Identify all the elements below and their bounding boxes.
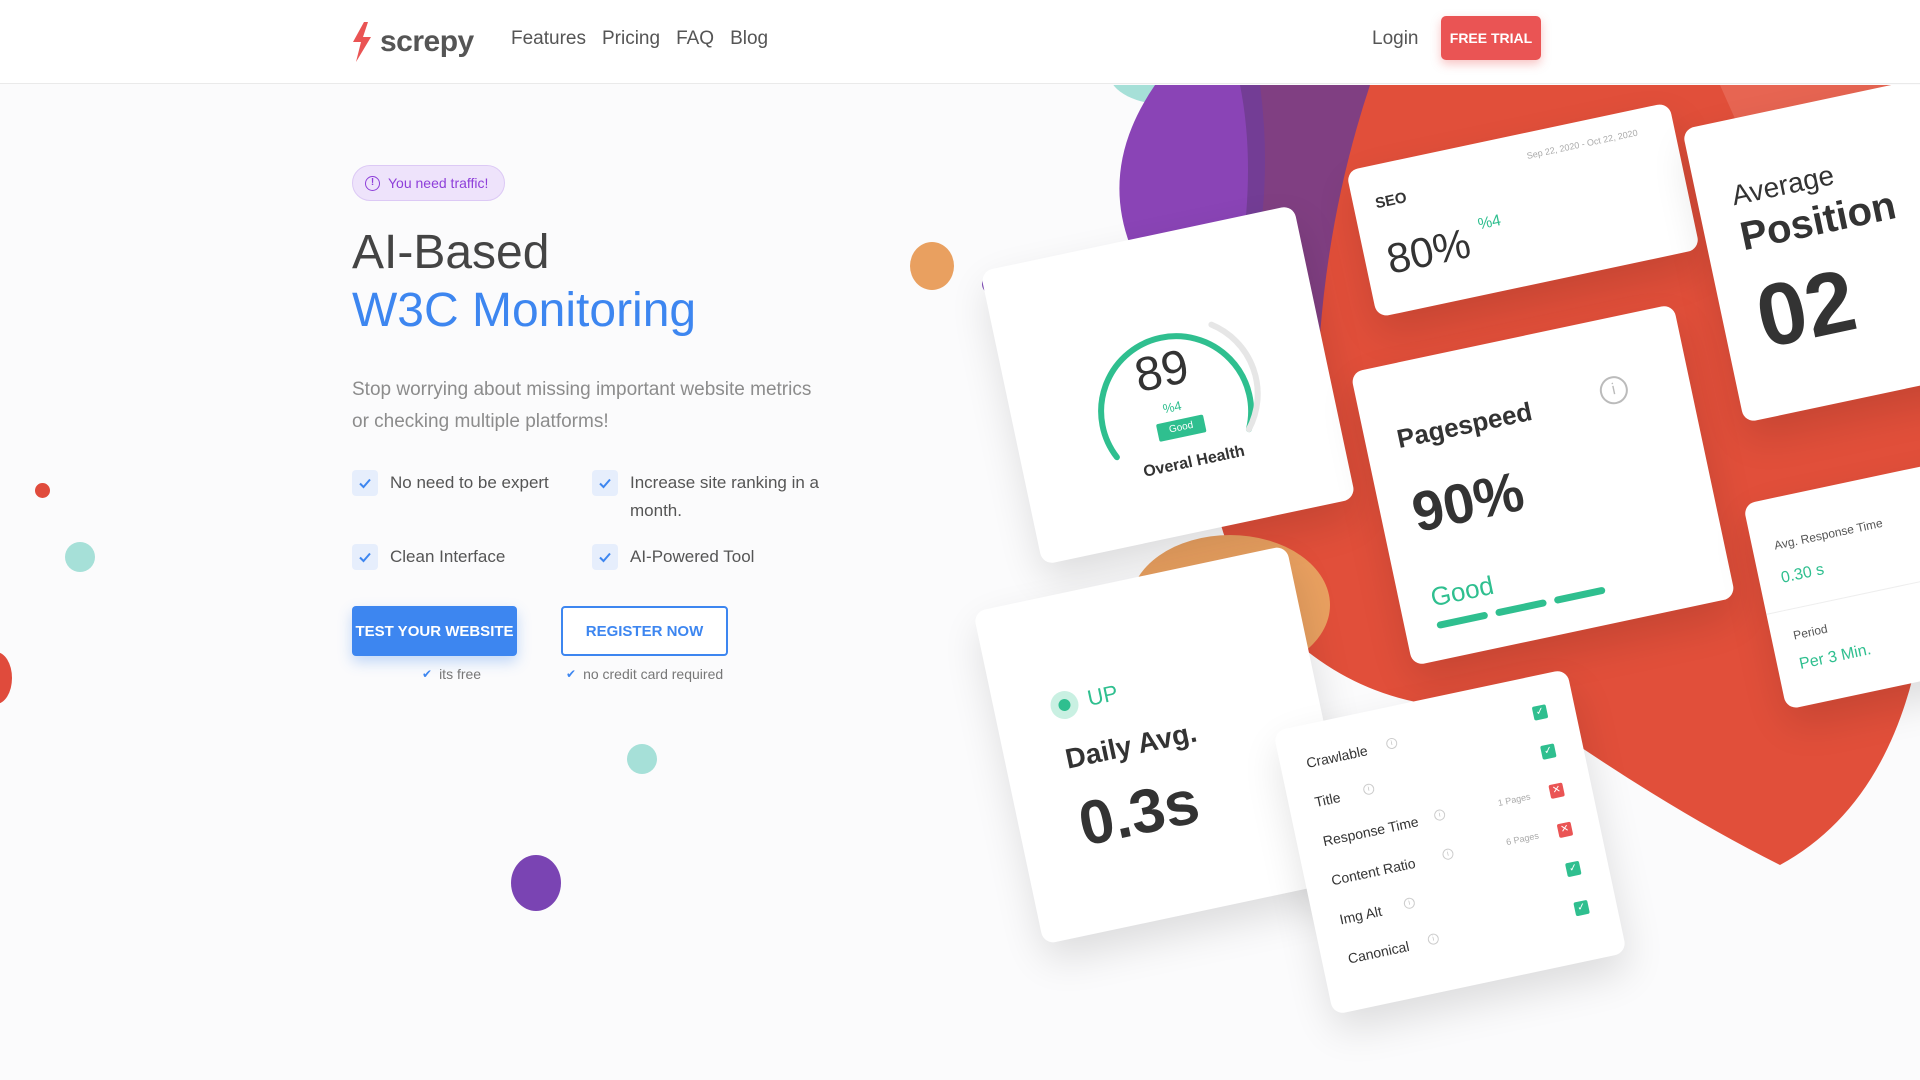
- period-label: Period: [1791, 621, 1829, 643]
- check-label: Img Alt: [1338, 902, 1384, 928]
- bolt-logo-icon: [353, 22, 371, 62]
- decor-dot: [65, 542, 95, 572]
- seo-label: SEO: [1373, 189, 1409, 213]
- check-fail-icon: ✕: [1548, 782, 1565, 800]
- info-icon: i: [1426, 932, 1440, 946]
- test-website-button[interactable]: TEST YOUR WEBSITE: [352, 606, 517, 656]
- check-icon: [352, 470, 378, 496]
- pagespeed-label: Pagespeed: [1394, 396, 1535, 454]
- main-nav: Features Pricing FAQ Blog: [511, 28, 768, 50]
- uptime-status: UP: [1085, 679, 1121, 711]
- free-note: ✔ its free: [422, 666, 481, 682]
- check-note: 6 Pages: [1505, 830, 1540, 848]
- check-label: Title: [1313, 789, 1342, 811]
- pagespeed-status: Good: [1427, 569, 1497, 613]
- health-score: 89: [1130, 340, 1194, 403]
- register-now-button[interactable]: REGISTER NOW: [561, 606, 728, 656]
- dashboard-illustration: 89 %4 Good Overal Health SEO Sep 22, 202…: [900, 85, 1920, 1080]
- check-label: Content Ratio: [1329, 854, 1417, 889]
- info-icon: i: [1433, 808, 1447, 822]
- nav-item-features[interactable]: Features: [511, 28, 586, 50]
- check-label: Crawlable: [1304, 742, 1370, 771]
- response-value: 0.30 s: [1779, 561, 1826, 587]
- decor-dot: [35, 483, 50, 498]
- pagespeed-value: 90%: [1406, 459, 1530, 544]
- nav-item-pricing[interactable]: Pricing: [602, 28, 660, 50]
- login-link[interactable]: Login: [1372, 28, 1419, 50]
- check-label: Canonical: [1346, 937, 1411, 967]
- brand-name: screpy: [380, 25, 474, 58]
- seo-change: %4: [1476, 212, 1503, 234]
- check-icon: [592, 470, 618, 496]
- check-note: 1 Pages: [1496, 791, 1532, 809]
- decor-dot: [511, 855, 561, 911]
- decor-dot: [0, 652, 12, 704]
- hero-title-line2: W3C Monitoring: [352, 284, 697, 337]
- feature-item: Clean Interface: [352, 544, 572, 571]
- check-pass-icon: ✓: [1564, 860, 1582, 878]
- feature-item: Increase site ranking in a month.: [592, 470, 832, 525]
- nav-item-faq[interactable]: FAQ: [676, 28, 714, 50]
- hero-subtitle: Stop worrying about missing important we…: [352, 379, 812, 432]
- seo-dates: Sep 22, 2020 - Oct 22, 2020: [1525, 127, 1639, 161]
- traffic-badge: ! You need traffic!: [352, 165, 506, 201]
- info-icon: i: [1402, 896, 1416, 910]
- uptime-label: Daily Avg.: [1062, 716, 1200, 775]
- feature-text: AI-Powered Tool: [630, 547, 755, 566]
- seo-checklist-card: Crawlable i ✓ Title i ✓ Response Time i 1 Pages ✕…: [1273, 668, 1627, 1016]
- hero-title-line1: AI-Based: [352, 226, 550, 279]
- feature-text: Increase site ranking in a month.: [630, 473, 819, 520]
- feature-item: AI-Powered Tool: [592, 544, 832, 571]
- feature-text: No need to be expert: [390, 473, 549, 492]
- check-pass-icon: ✓: [1573, 899, 1590, 917]
- response-label: Avg. Response Time: [1772, 515, 1884, 553]
- info-icon[interactable]: i: [1597, 373, 1631, 407]
- position-value: 02: [1747, 249, 1865, 367]
- free-trial-button[interactable]: FREE TRIAL: [1441, 16, 1541, 60]
- no-card-note: ✔ no credit card required: [566, 666, 723, 682]
- check-icon: [592, 544, 618, 570]
- free-note-text: its free: [439, 666, 482, 682]
- check-icon: [352, 544, 378, 570]
- uptime-value: 0.3s: [1072, 767, 1206, 860]
- info-icon: !: [365, 175, 380, 191]
- seo-value: 80%: [1382, 219, 1475, 283]
- check-fail-icon: ✕: [1556, 821, 1574, 839]
- nav-item-blog[interactable]: Blog: [730, 28, 768, 50]
- period-value: Per 3 Min.: [1797, 641, 1873, 673]
- feature-item: No need to be expert: [352, 470, 572, 497]
- brand-logo[interactable]: screpy: [350, 22, 474, 62]
- check-icon: ✔: [566, 667, 577, 681]
- info-icon: i: [1441, 847, 1455, 861]
- pagespeed-bar: [1553, 586, 1606, 605]
- feature-text: Clean Interface: [390, 547, 506, 566]
- pagespeed-bar: [1436, 611, 1489, 630]
- badge-text: You need traffic!: [388, 175, 489, 191]
- info-icon: i: [1385, 736, 1399, 750]
- decor-dot: [627, 744, 657, 774]
- no-card-note-text: no credit card required: [583, 666, 724, 682]
- top-navbar: screpy Features Pricing FAQ Blog Login F…: [0, 0, 1920, 84]
- info-icon: i: [1362, 782, 1376, 796]
- check-label: Response Time: [1321, 813, 1420, 850]
- check-pass-icon: ✓: [1540, 743, 1557, 760]
- check-pass-icon: ✓: [1531, 704, 1549, 721]
- check-icon: ✔: [422, 667, 433, 681]
- pagespeed-bar: [1494, 598, 1548, 617]
